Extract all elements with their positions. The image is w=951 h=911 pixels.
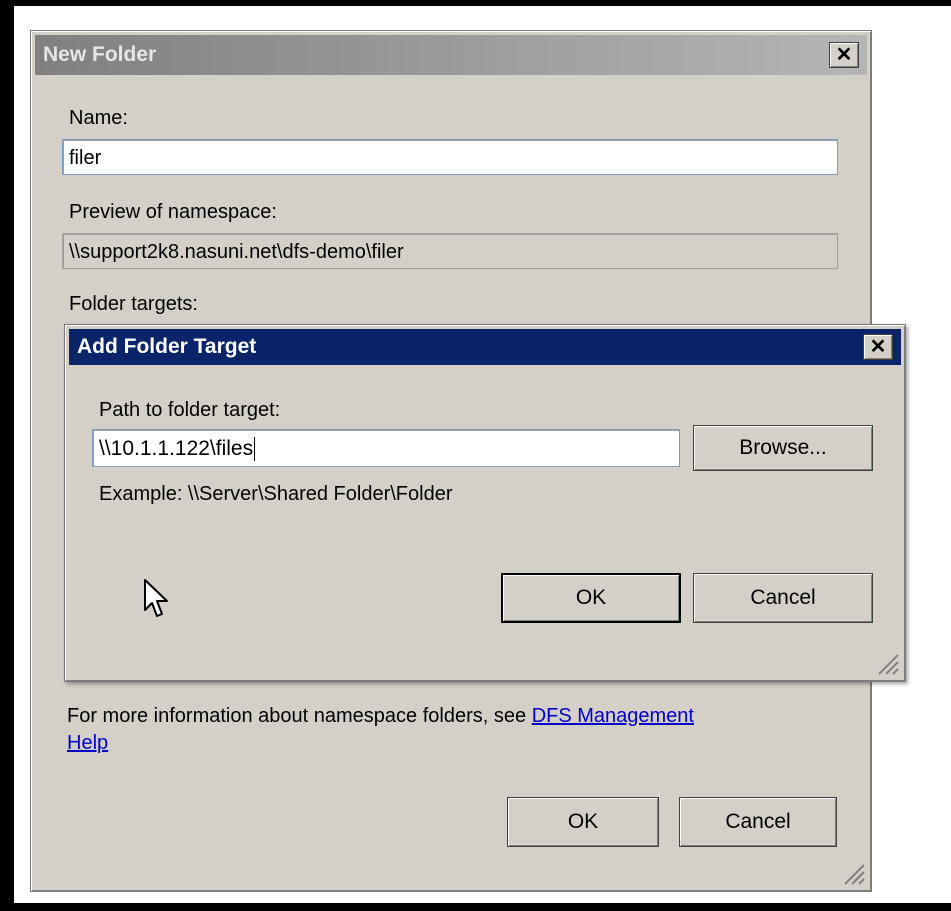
add-folder-target-dialog: Add Folder Target ✕ Path to folder targe… xyxy=(64,324,906,682)
new-folder-ok-button[interactable]: OK xyxy=(507,797,659,847)
resize-grip-icon[interactable] xyxy=(873,649,899,675)
frame-left xyxy=(0,0,14,911)
close-icon: ✕ xyxy=(869,336,887,358)
new-folder-titlebar[interactable]: New Folder ✕ xyxy=(35,35,867,75)
text-caret xyxy=(254,437,256,462)
close-icon: ✕ xyxy=(835,44,853,66)
frame-bottom xyxy=(0,903,951,911)
name-input[interactable]: filer xyxy=(62,139,838,175)
add-target-ok-button[interactable]: OK xyxy=(501,573,681,623)
new-folder-close-button[interactable]: ✕ xyxy=(829,42,859,68)
add-folder-target-titlebar[interactable]: Add Folder Target ✕ xyxy=(69,329,901,365)
path-label: Path to folder target: xyxy=(99,399,281,421)
name-input-value: filer xyxy=(69,147,102,169)
browse-button-label: Browse... xyxy=(739,436,827,459)
preview-field: \\support2k8.nasuni.net\dfs-demo\filer xyxy=(62,233,838,269)
resize-grip-icon[interactable] xyxy=(839,859,865,885)
add-folder-target-title: Add Folder Target xyxy=(77,335,257,358)
path-input[interactable]: \\10.1.1.122\files xyxy=(92,429,680,467)
dfs-management-help-link[interactable]: DFS Management xyxy=(532,705,694,727)
preview-label: Preview of namespace: xyxy=(69,201,277,223)
preview-field-value: \\support2k8.nasuni.net\dfs-demo\filer xyxy=(69,241,404,263)
mouse-pointer-icon xyxy=(144,579,168,617)
add-target-cancel-button[interactable]: Cancel xyxy=(693,573,873,623)
example-text: Example: \\Server\Shared Folder\Folder xyxy=(99,483,453,505)
add-target-cancel-label: Cancel xyxy=(750,586,816,609)
name-label: Name: xyxy=(69,107,128,129)
help-text: For more information about namespace fol… xyxy=(67,703,827,757)
new-folder-cancel-button[interactable]: Cancel xyxy=(679,797,837,847)
browse-button[interactable]: Browse... xyxy=(693,425,873,471)
dfs-management-help-link-2[interactable]: Help xyxy=(67,732,108,754)
path-input-value: \\10.1.1.122\files xyxy=(99,437,254,460)
new-folder-ok-label: OK xyxy=(567,810,599,833)
help-text-body: For more information about namespace fol… xyxy=(67,705,532,727)
new-folder-cancel-label: Cancel xyxy=(725,810,791,833)
new-folder-title: New Folder xyxy=(43,43,157,66)
add-folder-target-close-button[interactable]: ✕ xyxy=(863,334,893,360)
add-target-ok-label: OK xyxy=(575,586,607,609)
frame-top xyxy=(0,0,951,6)
folder-targets-label: Folder targets: xyxy=(69,293,198,315)
